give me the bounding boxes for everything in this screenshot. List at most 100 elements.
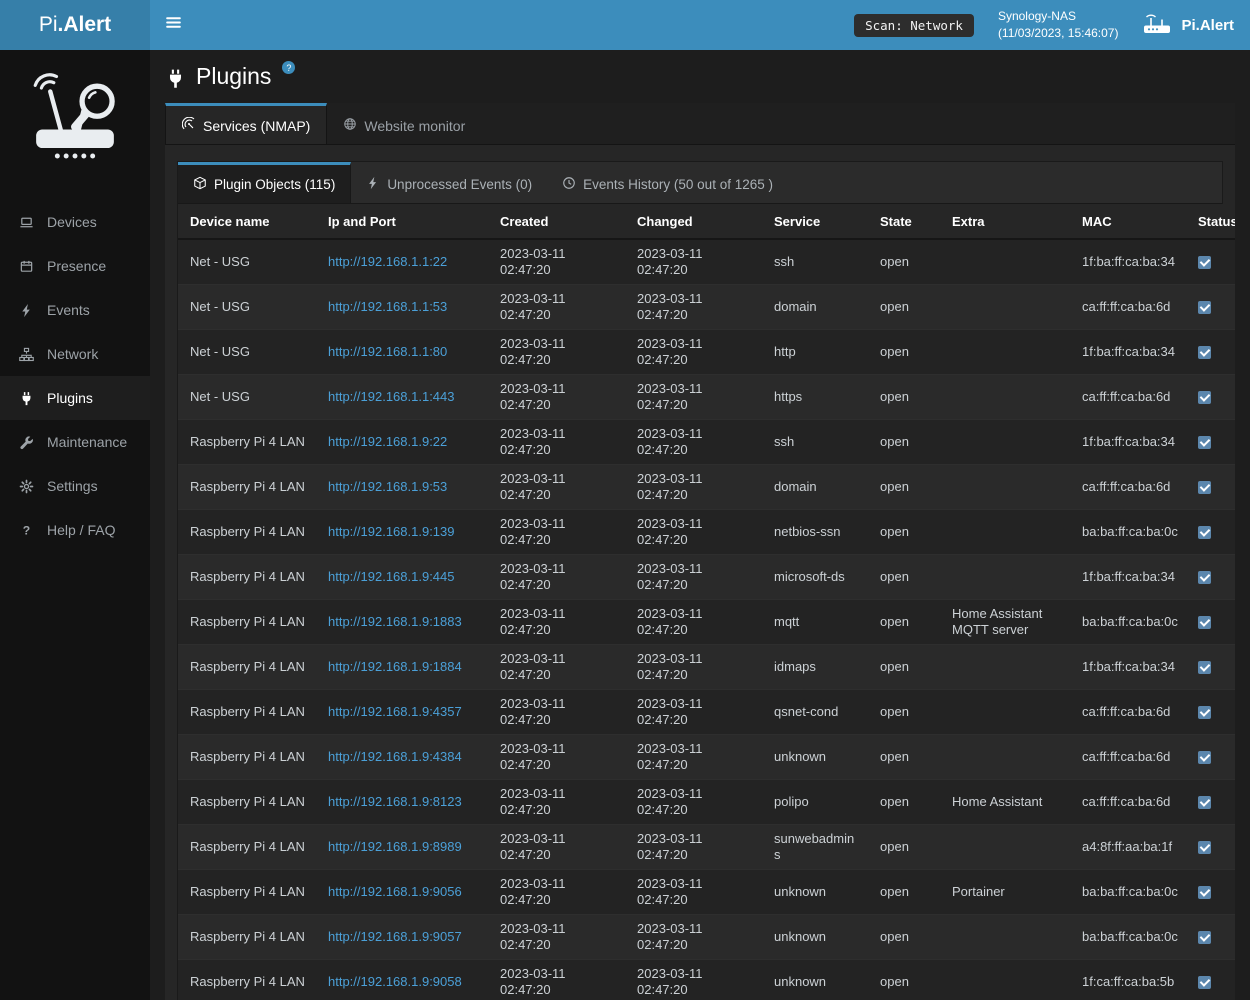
cell-created: 2023-03-11 02:47:20 — [488, 555, 625, 600]
ip-port-link[interactable]: http://192.168.1.9:53 — [328, 479, 447, 494]
status-checkbox-checked[interactable] — [1198, 841, 1211, 854]
status-checkbox-checked[interactable] — [1198, 931, 1211, 944]
object-subtabs: Plugin Objects (115)Unprocessed Events (… — [178, 162, 1222, 204]
table-body: Net - USG http://192.168.1.1:22 2023-03-11… — [178, 239, 1235, 1000]
sidebar-item-settings[interactable]: Settings — [0, 464, 150, 508]
column-header-status[interactable]: Status — [1186, 204, 1235, 239]
app-logo-link[interactable]: Pi.Alert — [0, 0, 150, 50]
sidebar-item-help-faq[interactable]: ?Help / FAQ — [0, 508, 150, 552]
column-header-changed[interactable]: Changed — [625, 204, 762, 239]
status-checkbox-checked[interactable] — [1198, 346, 1211, 359]
sidebar-item-maintenance[interactable]: Maintenance — [0, 420, 150, 464]
navbar-brand[interactable]: Pi.Alert — [1142, 12, 1234, 39]
subtab-plugin-objects-115[interactable]: Plugin Objects (115) — [178, 162, 351, 203]
ip-port-link[interactable]: http://192.168.1.9:8123 — [328, 794, 462, 809]
cell-ip-port: http://192.168.1.9:445 — [316, 555, 488, 600]
cell-device-name: Raspberry Pi 4 LAN — [178, 960, 316, 1000]
table-row: Raspberry Pi 4 LANhttp://192.168.1.9:435… — [178, 690, 1235, 735]
status-checkbox-checked[interactable] — [1198, 256, 1211, 269]
sidebar-item-label: Devices — [47, 214, 97, 230]
cell-changed: 2023-03-11 02:47:20 — [625, 960, 762, 1000]
cell-device-name: Raspberry Pi 4 LAN — [178, 780, 316, 825]
column-header-device-name[interactable]: Device name — [178, 204, 316, 239]
ip-port-link[interactable]: http://192.168.1.1:443 — [328, 389, 455, 404]
status-checkbox-checked[interactable] — [1198, 751, 1211, 764]
cell-device-name: Raspberry Pi 4 LAN — [178, 420, 316, 465]
status-checkbox-checked[interactable] — [1198, 796, 1211, 809]
hamburger-icon — [165, 14, 182, 36]
status-checkbox-checked[interactable] — [1198, 571, 1211, 584]
cell-service: http — [762, 330, 868, 375]
tab-label: Website monitor — [364, 118, 465, 134]
ip-port-link[interactable]: http://192.168.1.9:445 — [328, 569, 455, 584]
column-header-state[interactable]: State — [868, 204, 940, 239]
cell-created: 2023-03-11 02:47:20 — [488, 600, 625, 645]
subtab-unprocessed-events-0[interactable]: Unprocessed Events (0) — [351, 162, 547, 203]
tab-content: Plugin Objects (115)Unprocessed Events (… — [165, 145, 1235, 1000]
ip-port-link[interactable]: http://192.168.1.9:22 — [328, 434, 447, 449]
status-checkbox-checked[interactable] — [1198, 976, 1211, 989]
cell-service: https — [762, 375, 868, 420]
sidebar-item-plugins[interactable]: Plugins — [0, 376, 150, 420]
column-header-mac[interactable]: MAC — [1070, 204, 1186, 239]
sidebar-item-network[interactable]: Network — [0, 332, 150, 376]
cell-state: open — [868, 780, 940, 825]
sidebar-item-label: Plugins — [47, 390, 93, 406]
status-checkbox-checked[interactable] — [1198, 886, 1211, 899]
cell-created: 2023-03-11 02:47:20 — [488, 510, 625, 555]
column-header-service[interactable]: Service — [762, 204, 868, 239]
status-checkbox-checked[interactable] — [1198, 661, 1211, 674]
sidebar-item-devices[interactable]: Devices — [0, 200, 150, 244]
ip-port-link[interactable]: http://192.168.1.9:8989 — [328, 839, 462, 854]
ip-port-link[interactable]: http://192.168.1.1:22 — [328, 254, 447, 269]
column-header-ip-and-port[interactable]: Ip and Port — [316, 204, 488, 239]
column-header-created[interactable]: Created — [488, 204, 625, 239]
cell-device-name: Raspberry Pi 4 LAN — [178, 825, 316, 870]
tab-services-nmap[interactable]: Services (NMAP) — [165, 103, 327, 144]
ip-port-link[interactable]: http://192.168.1.9:1884 — [328, 659, 462, 674]
subtab-events-history-50-out-of-1265[interactable]: Events History (50 out of 1265 ) — [547, 162, 788, 203]
cell-device-name: Raspberry Pi 4 LAN — [178, 465, 316, 510]
sidebar-item-presence[interactable]: Presence — [0, 244, 150, 288]
tab-website-monitor[interactable]: Website monitor — [327, 103, 481, 144]
cell-service: qsnet-cond — [762, 690, 868, 735]
host-info: Synology-NAS (11/03/2023, 15:46:07) — [998, 8, 1119, 42]
ip-port-link[interactable]: http://192.168.1.9:9057 — [328, 929, 462, 944]
ip-port-link[interactable]: http://192.168.1.9:4384 — [328, 749, 462, 764]
cell-device-name: Raspberry Pi 4 LAN — [178, 870, 316, 915]
cell-state: open — [868, 375, 940, 420]
sidebar-item-events[interactable]: Events — [0, 288, 150, 332]
help-badge[interactable]: ? — [282, 61, 295, 74]
sidebar-toggle-button[interactable] — [150, 0, 196, 50]
cell-extra — [940, 239, 1070, 285]
status-checkbox-checked[interactable] — [1198, 391, 1211, 404]
column-header-extra[interactable]: Extra — [940, 204, 1070, 239]
cell-status — [1186, 825, 1235, 870]
ip-port-link[interactable]: http://192.168.1.9:9058 — [328, 974, 462, 989]
status-checkbox-checked[interactable] — [1198, 436, 1211, 449]
cell-extra — [940, 645, 1070, 690]
cell-extra — [940, 420, 1070, 465]
status-checkbox-checked[interactable] — [1198, 301, 1211, 314]
ip-port-link[interactable]: http://192.168.1.1:80 — [328, 344, 447, 359]
cell-device-name: Net - USG — [178, 285, 316, 330]
cell-mac: ca:ff:ff:ca:ba:6d — [1070, 285, 1186, 330]
ip-port-link[interactable]: http://192.168.1.9:9056 — [328, 884, 462, 899]
status-checkbox-checked[interactable] — [1198, 526, 1211, 539]
ip-port-link[interactable]: http://192.168.1.9:1883 — [328, 614, 462, 629]
ip-port-link[interactable]: http://192.168.1.9:4357 — [328, 704, 462, 719]
pialert-logo[interactable] — [0, 50, 150, 172]
status-checkbox-checked[interactable] — [1198, 706, 1211, 719]
ip-port-link[interactable]: http://192.168.1.1:53 — [328, 299, 447, 314]
cell-created: 2023-03-11 02:47:20 — [488, 420, 625, 465]
ip-port-link[interactable]: http://192.168.1.9:139 — [328, 524, 455, 539]
table-row: Net - USGhttp://192.168.1.1:222023-03-11… — [178, 239, 1235, 285]
status-checkbox-checked[interactable] — [1198, 481, 1211, 494]
cell-ip-port: http://192.168.1.1:53 — [316, 285, 488, 330]
cell-status — [1186, 690, 1235, 735]
status-checkbox-checked[interactable] — [1198, 616, 1211, 629]
cell-ip-port: http://192.168.1.9:139 — [316, 510, 488, 555]
cell-changed: 2023-03-11 02:47:20 — [625, 870, 762, 915]
maintenance-icon — [18, 435, 35, 450]
cell-state: open — [868, 960, 940, 1000]
